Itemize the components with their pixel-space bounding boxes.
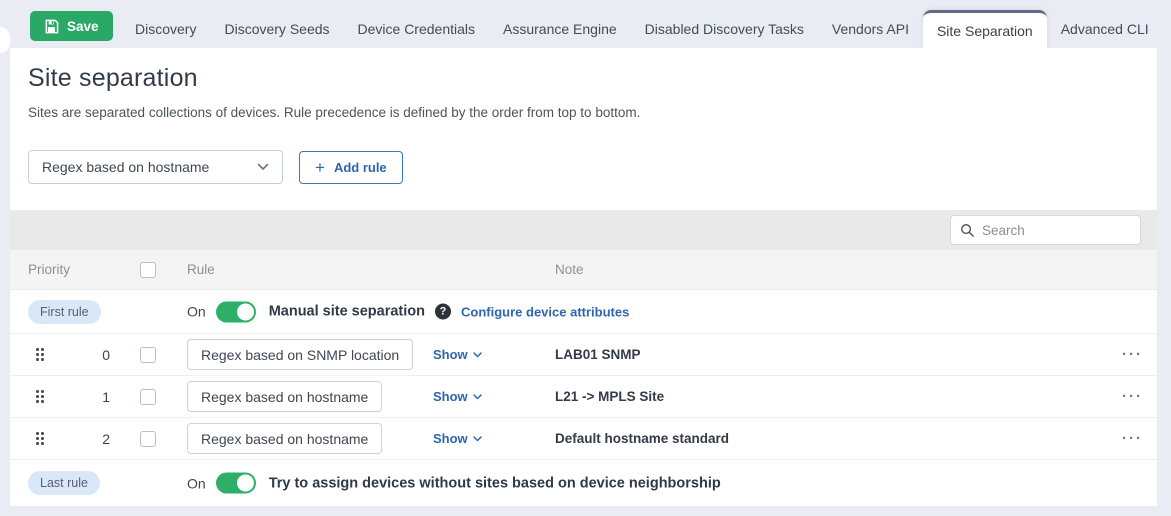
- tab-discovery-seeds[interactable]: Discovery Seeds: [210, 10, 343, 48]
- chevron-down-icon: [473, 394, 482, 400]
- rule-row-2: 2 Regex based on hostname Show Default h…: [10, 418, 1157, 460]
- neighborship-label: Try to assign devices without sites base…: [269, 475, 721, 491]
- tab-device-credentials[interactable]: Device Credentials: [344, 10, 490, 48]
- table-header-row: Priority Rule Note: [10, 250, 1157, 290]
- rule-row-1: 1 Regex based on hostname Show L21 -> MP…: [10, 376, 1157, 418]
- help-question-icon[interactable]: ?: [435, 304, 451, 320]
- column-header-rule: Rule: [187, 262, 433, 277]
- first-rule-badge: First rule: [28, 300, 101, 324]
- show-rule-link[interactable]: Show: [433, 347, 482, 362]
- tab-disabled-discovery-tasks[interactable]: Disabled Discovery Tasks: [631, 10, 818, 48]
- neighborship-toggle[interactable]: [216, 473, 256, 494]
- page-title: Site separation: [28, 64, 1139, 93]
- save-button-label: Save: [67, 19, 99, 34]
- tab-list: Discovery Discovery Seeds Device Credent…: [121, 10, 1163, 48]
- column-header-priority: Priority: [28, 262, 140, 277]
- priority-value: 0: [48, 347, 110, 363]
- first-rule-row: First rule On Manual site separation ? C…: [10, 290, 1157, 334]
- rule-type-select[interactable]: Regex based on hostname: [28, 150, 283, 184]
- search-icon: [960, 223, 975, 238]
- chevron-down-icon: [473, 352, 482, 358]
- settings-tabbar: Save Discovery Discovery Seeds Device Cr…: [0, 0, 1171, 48]
- tab-vendors-api[interactable]: Vendors API: [818, 10, 923, 48]
- rule-note: LAB01 SNMP: [555, 347, 1097, 362]
- add-rule-button[interactable]: + Add rule: [299, 151, 403, 184]
- search-box: [950, 215, 1141, 245]
- row-checkbox[interactable]: [140, 347, 156, 363]
- floppy-save-icon: [44, 19, 59, 34]
- manual-site-separation-setting: On Manual site separation ? Configure de…: [187, 301, 629, 322]
- tab-discovery[interactable]: Discovery: [121, 10, 210, 48]
- site-separation-panel: Site separation Sites are separated coll…: [10, 48, 1157, 505]
- save-button[interactable]: Save: [30, 11, 113, 41]
- rule-type-selected-value: Regex based on hostname: [42, 159, 209, 175]
- rule-type-button[interactable]: Regex based on hostname: [187, 423, 382, 454]
- rule-controls: Regex based on hostname + Add rule: [28, 150, 1139, 184]
- manual-site-separation-label: Manual site separation: [269, 304, 425, 320]
- add-rule-label: Add rule: [334, 160, 387, 175]
- priority-value: 1: [48, 389, 110, 405]
- page-subtitle: Sites are separated collections of devic…: [28, 105, 1139, 120]
- select-all-checkbox[interactable]: [140, 262, 156, 278]
- tab-assurance-engine[interactable]: Assurance Engine: [489, 10, 631, 48]
- site-separation-page: Save Discovery Discovery Seeds Device Cr…: [0, 0, 1171, 516]
- neighborship-setting: On Try to assign devices without sites b…: [187, 473, 721, 494]
- rule-note: Default hostname standard: [555, 431, 1097, 446]
- row-checkbox[interactable]: [140, 389, 156, 405]
- search-input[interactable]: [982, 223, 1131, 238]
- rule-type-button[interactable]: Regex based on hostname: [187, 381, 382, 412]
- rule-note: L21 -> MPLS Site: [555, 389, 1097, 404]
- plus-icon: +: [315, 159, 325, 176]
- row-actions-more-icon[interactable]: ···: [1122, 389, 1157, 404]
- priority-value: 2: [48, 431, 110, 447]
- toggle-state-label: On: [187, 475, 206, 491]
- show-label: Show: [433, 389, 468, 404]
- rule-type-button[interactable]: Regex based on SNMP location: [187, 339, 413, 370]
- manual-site-separation-toggle[interactable]: [216, 301, 256, 322]
- panel-collapse-handle[interactable]: [0, 27, 10, 53]
- rule-row-0: 0 Regex based on SNMP location Show LAB0…: [10, 334, 1157, 376]
- column-header-note: Note: [555, 262, 1097, 277]
- row-actions-more-icon[interactable]: ···: [1122, 347, 1157, 362]
- drag-handle-icon[interactable]: [36, 348, 44, 361]
- toggle-knob: [237, 475, 254, 492]
- show-label: Show: [433, 347, 468, 362]
- show-rule-link[interactable]: Show: [433, 389, 482, 404]
- chevron-down-icon: [473, 436, 482, 442]
- toggle-state-label: On: [187, 304, 206, 320]
- drag-handle-icon[interactable]: [36, 432, 44, 445]
- row-checkbox[interactable]: [140, 431, 156, 447]
- toggle-knob: [237, 303, 254, 320]
- show-rule-link[interactable]: Show: [433, 431, 482, 446]
- tab-advanced-cli[interactable]: Advanced CLI: [1047, 10, 1163, 48]
- page-header: Site separation Sites are separated coll…: [10, 48, 1157, 210]
- configure-device-attributes-link[interactable]: Configure device attributes: [461, 304, 629, 319]
- table-toolbar: [10, 210, 1157, 250]
- show-label: Show: [433, 431, 468, 446]
- row-actions-more-icon[interactable]: ···: [1122, 431, 1157, 446]
- drag-handle-icon[interactable]: [36, 390, 44, 403]
- chevron-down-icon: [257, 163, 269, 171]
- tab-site-separation[interactable]: Site Separation: [923, 10, 1047, 48]
- last-rule-row: Last rule On Try to assign devices witho…: [10, 460, 1157, 506]
- last-rule-badge: Last rule: [28, 471, 100, 495]
